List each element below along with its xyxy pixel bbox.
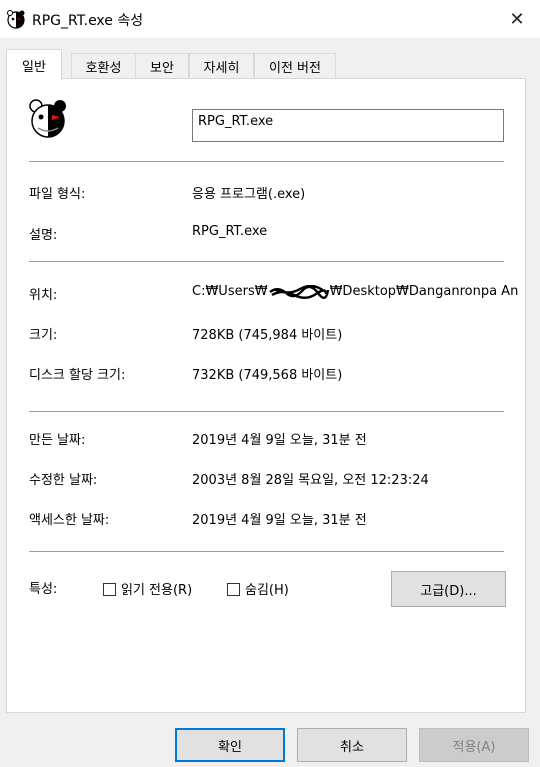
modified-label: 수정한 날짜: xyxy=(29,473,98,488)
disk-size-label: 디스크 할당 크기: xyxy=(29,368,126,383)
monokuma-icon xyxy=(7,10,25,29)
apply-button[interactable]: 적용(A) xyxy=(419,728,529,762)
divider xyxy=(29,551,504,552)
hidden-checkbox-box[interactable] xyxy=(227,583,240,596)
size-value: 728KB (745,984 바이트) xyxy=(192,328,343,343)
close-button[interactable]: ✕ xyxy=(494,0,540,38)
tab-bar: 일반 호환성 보안 자세히 이전 버전 xyxy=(6,49,536,80)
tab-details[interactable]: 자세히 xyxy=(189,53,254,78)
accessed-value: 2019년 4월 9일 오늘, 31분 전 xyxy=(192,513,367,528)
tab-previous-versions[interactable]: 이전 버전 xyxy=(254,53,336,78)
readonly-checkbox[interactable]: 읽기 전용(R) xyxy=(103,579,192,598)
file-icon xyxy=(29,99,66,138)
ok-button[interactable]: 확인 xyxy=(175,728,285,762)
divider xyxy=(29,411,504,412)
disk-size-value: 732KB (749,568 바이트) xyxy=(192,368,343,383)
attributes-label: 특성: xyxy=(29,582,58,597)
redaction-scribble xyxy=(268,284,329,299)
file-type-label: 파일 형식: xyxy=(29,187,86,202)
file-type-value: 응용 프로그램(.exe) xyxy=(192,187,306,202)
size-label: 크기: xyxy=(29,328,58,343)
close-icon: ✕ xyxy=(509,8,525,30)
tab-general[interactable]: 일반 xyxy=(6,49,62,80)
title-bar: RPG_RT.exe 속성 ✕ xyxy=(0,0,540,38)
location-value: C:₩Users₩ ₩Desktop₩Danganronpa An xyxy=(192,284,518,299)
readonly-label: 읽기 전용(R) xyxy=(121,583,193,598)
window-title: RPG_RT.exe 속성 xyxy=(32,13,144,29)
divider xyxy=(29,261,504,262)
created-value: 2019년 4월 9일 오늘, 31분 전 xyxy=(192,433,367,448)
hidden-label: 숨김(H) xyxy=(245,583,289,598)
tab-security[interactable]: 보안 xyxy=(135,53,189,78)
accessed-label: 액세스한 날짜: xyxy=(29,513,110,528)
tab-compatibility[interactable]: 호환성 xyxy=(71,53,136,78)
created-label: 만든 날짜: xyxy=(29,433,86,448)
modified-value: 2003년 8월 28일 목요일, 오전 12:23:24 xyxy=(192,473,429,488)
filename-field[interactable]: RPG_RT.exe xyxy=(192,109,504,142)
description-value: RPG_RT.exe xyxy=(192,224,268,239)
hidden-checkbox[interactable]: 숨김(H) xyxy=(227,579,289,598)
cancel-button[interactable]: 취소 xyxy=(297,728,407,762)
general-panel: RPG_RT.exe 파일 형식: 응용 프로그램(.exe) 설명: RPG_… xyxy=(6,78,526,713)
divider xyxy=(29,161,504,162)
location-label: 위치: xyxy=(29,288,58,303)
readonly-checkbox-box[interactable] xyxy=(103,583,116,596)
description-label: 설명: xyxy=(29,228,58,243)
advanced-button[interactable]: 고급(D)... xyxy=(391,571,506,607)
location-suffix: ₩Desktop₩Danganronpa An xyxy=(329,284,519,299)
location-prefix: C:₩Users₩ xyxy=(192,284,268,299)
